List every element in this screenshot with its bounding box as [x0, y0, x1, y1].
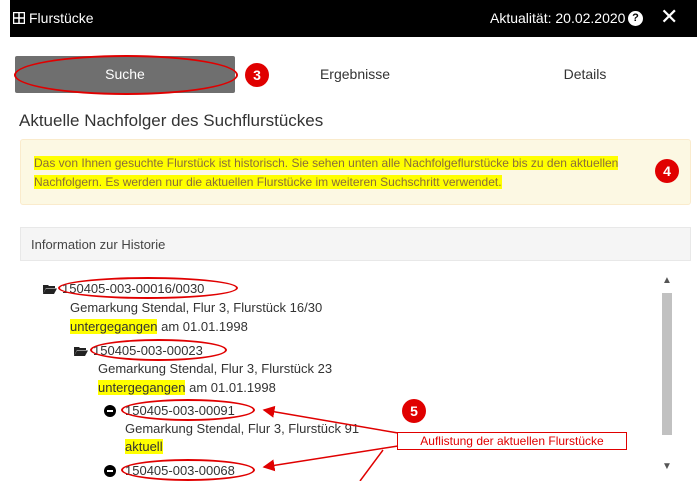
- alert-text: Das von Ihnen gesuchte Flurstück ist his…: [34, 154, 649, 192]
- alert-message: Das von Ihnen gesuchte Flurstück ist his…: [34, 156, 619, 189]
- warning-alert: Das von Ihnen gesuchte Flurstück ist his…: [20, 139, 691, 205]
- folder-open-icon[interactable]: [74, 346, 88, 356]
- annotation-badge: 4: [655, 159, 679, 183]
- tab-details[interactable]: Details: [500, 56, 670, 93]
- status-label: untergegangen: [98, 380, 186, 395]
- grid-icon: [13, 12, 25, 24]
- scroll-up-icon[interactable]: ▲: [660, 275, 674, 289]
- status-label: aktuell: [125, 439, 163, 454]
- annotation-ellipse: [58, 277, 238, 299]
- minus-circle-icon[interactable]: [104, 405, 116, 417]
- tab-ergebnisse[interactable]: Ergebnisse: [270, 56, 440, 93]
- status-label: untergegangen: [70, 319, 158, 334]
- tree-node-desc: Gemarkung Stendal, Flur 3, Flurstück 23: [98, 361, 333, 376]
- scroll-thumb[interactable]: [662, 293, 672, 435]
- minus-circle-icon[interactable]: [104, 465, 116, 477]
- tree-node-status: untergegangen am 01.01.1998: [70, 319, 248, 334]
- status-date: am 01.01.1998: [189, 380, 276, 395]
- annotation-ellipse: [121, 459, 255, 481]
- annotation-ellipse: [90, 339, 227, 361]
- window-title: Flurstücke: [29, 10, 94, 26]
- annotation-callout: Auflistung der aktuellen Flurstücke: [397, 432, 627, 450]
- annotation-badge: 3: [245, 63, 269, 87]
- annotation-badge: 5: [402, 399, 426, 423]
- tree-node-status: untergegangen am 01.01.1998: [98, 380, 276, 395]
- history-panel-header[interactable]: Information zur Historie: [20, 227, 691, 261]
- close-icon[interactable]: ✕: [660, 5, 678, 29]
- folder-open-icon[interactable]: [43, 284, 57, 294]
- actuality-date: Aktualität: 20.02.2020: [490, 10, 626, 26]
- tree-scrollbar[interactable]: ▲ ▼: [660, 275, 674, 481]
- page-title: Aktuelle Nachfolger des Suchflurstückes: [19, 111, 324, 130]
- tree-node-status: aktuell: [125, 439, 163, 454]
- tree-node-desc: Gemarkung Stendal, Flur 3, Flurstück 16/…: [70, 300, 323, 315]
- title-bar: Flurstücke Aktualität: 20.02.2020 ? ✕: [10, 0, 697, 37]
- scroll-down-icon[interactable]: ▼: [660, 461, 674, 475]
- help-icon[interactable]: ?: [628, 11, 643, 26]
- annotation-ellipse: [121, 399, 255, 421]
- annotation-ellipse: [14, 55, 238, 95]
- tree-node-desc: Gemarkung Stendal, Flur 3, Flurstück 91: [125, 421, 360, 436]
- status-date: am 01.01.1998: [161, 319, 248, 334]
- history-panel-title: Information zur Historie: [31, 237, 166, 252]
